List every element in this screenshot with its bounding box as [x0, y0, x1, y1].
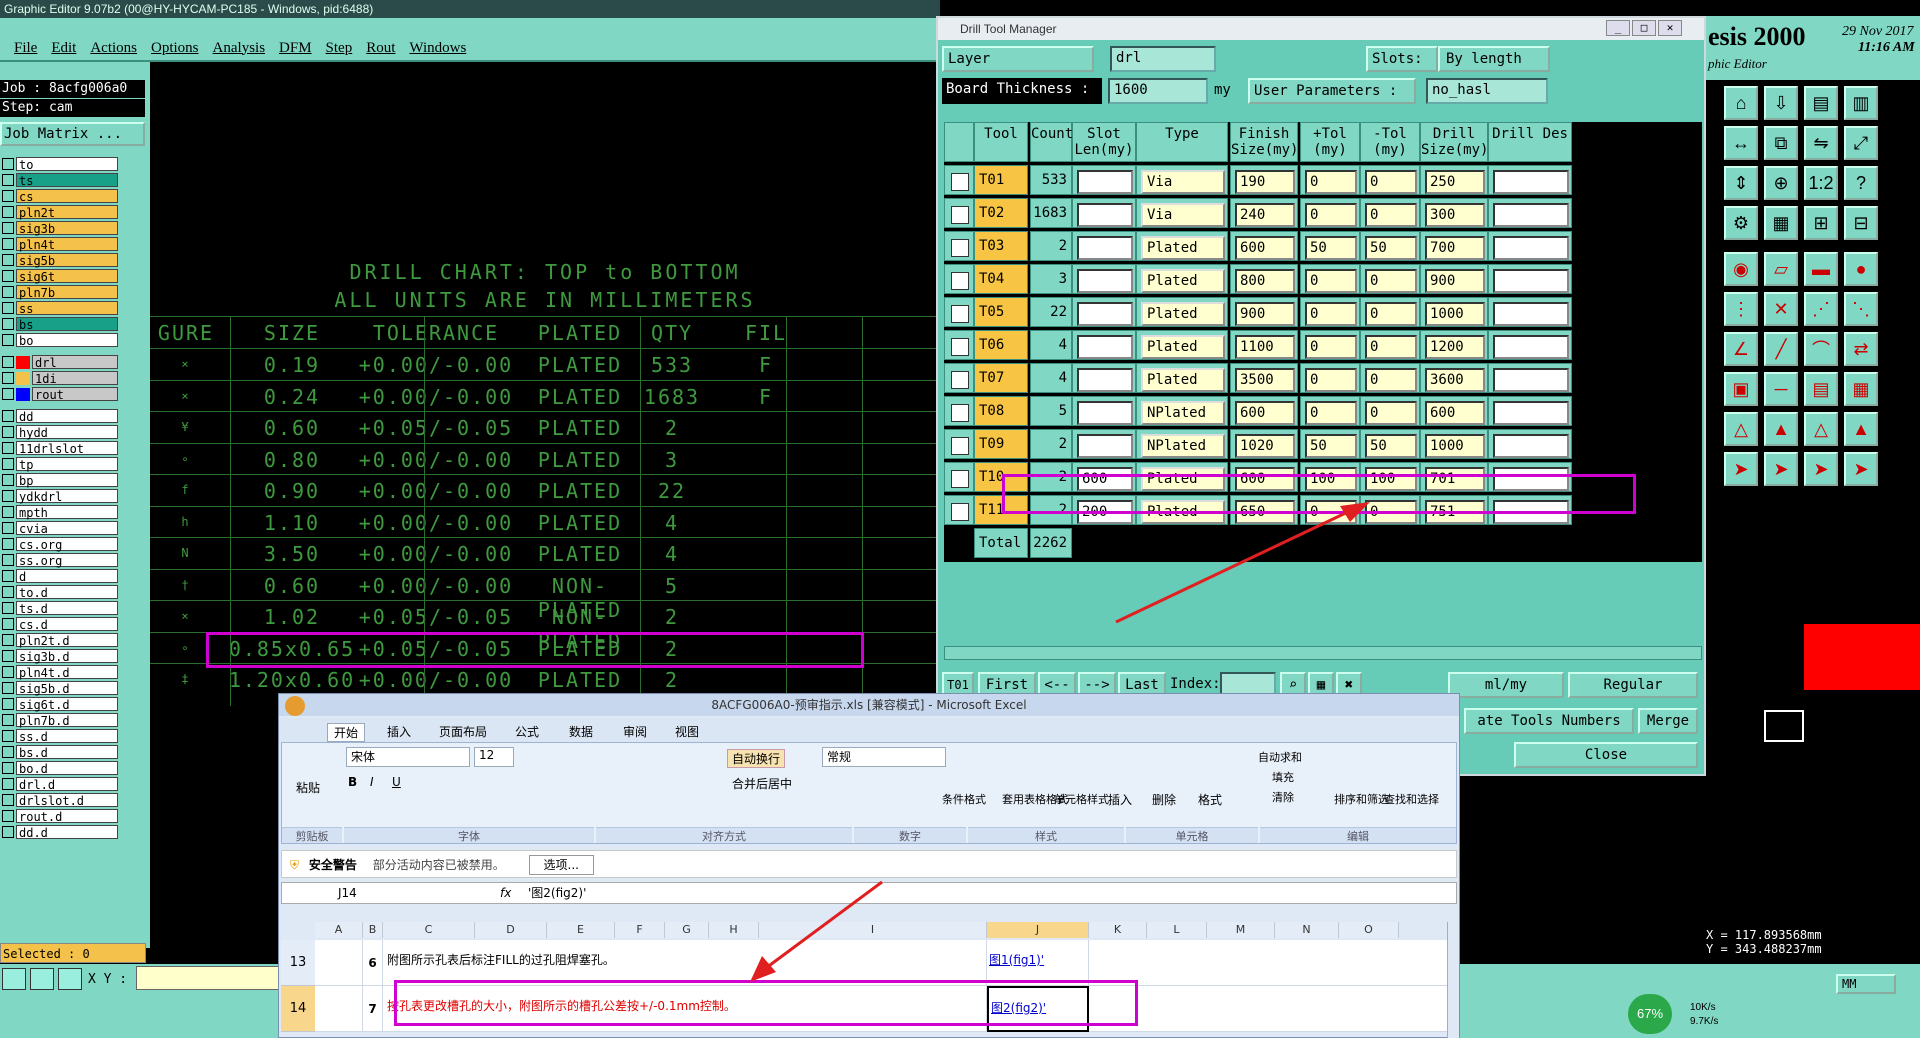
annotation-arrows: [750, 502, 1370, 982]
arrow-to-excel-row: [765, 880, 883, 970]
arrow-to-tool-row: [1115, 508, 1353, 624]
arrow-head-2: [750, 956, 776, 982]
arrow-head-1: [1340, 502, 1370, 522]
